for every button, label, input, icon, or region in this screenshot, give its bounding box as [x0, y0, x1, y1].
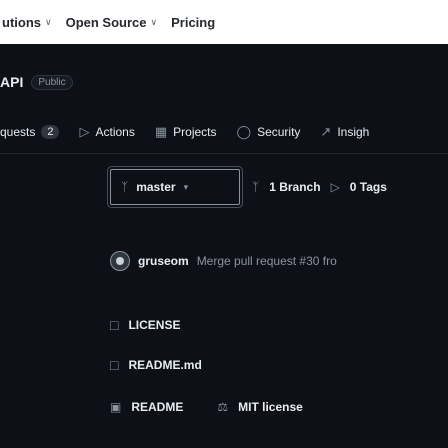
tag-icon: ▷ [330, 180, 340, 194]
commit-author[interactable]: gruseom [138, 254, 189, 268]
tab-projects-label: Projects [173, 124, 217, 139]
visibility-badge: Public [31, 74, 73, 90]
nav-open-source-label: Open Source [65, 14, 147, 30]
branch-count-icon: ᛉ [252, 180, 260, 194]
pull-requests-counter: 2 [41, 124, 60, 139]
tab-readme[interactable]: README [131, 400, 183, 414]
file-name: README.md [128, 358, 202, 372]
branch-icon: ᛉ [121, 180, 129, 194]
tab-actions-label: Actions [95, 124, 135, 139]
list-item[interactable]: □ LICENSE [110, 313, 180, 337]
nav-open-source[interactable]: Open Source ∨ [66, 15, 158, 30]
actions-icon: ▷ [79, 123, 90, 139]
nav-solutions[interactable]: utions ∨ [2, 15, 52, 30]
latest-commit: gruseom Merge pull request #30 fro [110, 246, 337, 276]
top-navigation: utions ∨ Open Source ∨ Pricing [0, 0, 448, 44]
chevron-down-icon: ∨ [150, 16, 158, 27]
branch-name: master [136, 180, 176, 194]
tab-insights[interactable]: ↗ Insigh [320, 124, 369, 140]
tab-pull-requests-label: quests [0, 124, 36, 139]
security-icon: ◯ [236, 123, 252, 139]
tab-insights-label: Insigh [337, 124, 370, 139]
tab-projects[interactable]: ▦ Projects [155, 124, 217, 140]
tab-security[interactable]: ◯ Security [237, 124, 301, 140]
file-name: LICENSE [128, 318, 181, 332]
avatar[interactable] [110, 251, 130, 271]
branch-select-button[interactable]: ᛉ master ▾ [110, 169, 240, 205]
chevron-down-icon: ∨ [45, 16, 52, 27]
law-icon: ⚖ [217, 400, 229, 414]
branch-count-link[interactable]: 1 Branch [269, 180, 320, 194]
file-icon: □ [110, 317, 119, 333]
repo-header: API Public [0, 72, 73, 92]
insights-icon: ↗ [320, 123, 332, 139]
commit-message[interactable]: Merge pull request #30 fro [197, 254, 337, 268]
tab-actions[interactable]: ▷ Actions [79, 124, 134, 140]
repo-name[interactable]: API [0, 74, 23, 90]
book-icon: ▣ [110, 400, 122, 414]
tag-count-link[interactable]: 0 Tags [350, 180, 387, 194]
readme-tabs: ▣ README ⚖ MIT license [110, 395, 303, 419]
nav-pricing-label: Pricing [171, 14, 216, 30]
branch-meta: ᛉ 1 Branch ▷ 0 Tags [252, 180, 387, 194]
repo-tabs: quests 2 ▷ Actions ▦ Projects ◯ Security… [0, 110, 448, 154]
tab-security-label: Security [257, 124, 301, 139]
file-icon: □ [110, 357, 119, 373]
nav-pricing[interactable]: Pricing [171, 15, 215, 30]
tab-pull-requests[interactable]: quests 2 [0, 124, 60, 139]
nav-solutions-label: utions [2, 14, 41, 30]
branch-bar: ᛉ master ▾ ᛉ 1 Branch ▷ 0 Tags [0, 168, 448, 206]
projects-icon: ▦ [154, 123, 168, 139]
list-item[interactable]: □ README.md [110, 353, 202, 377]
tab-license[interactable]: MIT license [238, 400, 303, 414]
caret-down-icon: ▾ [183, 181, 189, 192]
